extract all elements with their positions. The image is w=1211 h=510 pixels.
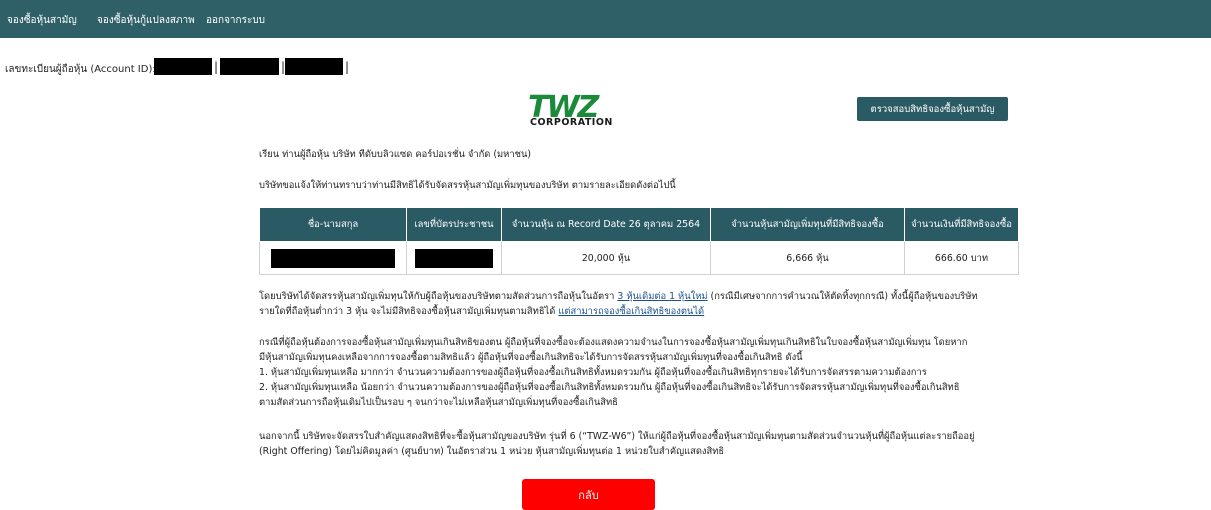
- nav-common-shares[interactable]: จองซื้อหุ้นสามัญ: [7, 13, 77, 28]
- top-navbar: จองซื้อหุ้นสามัญ จองซื้อหุ้นกู้แปลงสภาพ …: [0, 0, 1211, 38]
- col-header-rights-shares: จำนวนหุ้นสามัญเพิ่มทุนที่มีสิทธิจองซื้อ: [710, 207, 905, 242]
- cell-shares: 20,000 หุ้น: [501, 241, 711, 275]
- rights-table: ชื่อ-นามสกุล เลขที่บัตรประชาชน จำนวนหุ้น…: [259, 207, 1019, 275]
- excess-line-4: 2. หุ้นสามัญเพิ่มทุนเหลือ น้อยกว่า จำนวน…: [259, 382, 960, 393]
- redacted-name: [271, 248, 395, 268]
- account-separator: |: [345, 60, 350, 74]
- allocation-line-2: รายใดที่ถือหุ้นต่ำกว่า 3 หุ้น จะไม่มีสิท…: [259, 304, 704, 319]
- excess-line-5: ตามสัดส่วนการถือหุ้นเดิมไปเป็นรอบ ๆ จนกว…: [259, 397, 618, 408]
- allocation-text: โดยบริษัทได้จัดสรรหุ้นสามัญเพิ่มทุนให้กั…: [259, 291, 618, 302]
- excess-line-3: 1. หุ้นสามัญเพิ่มทุนเหลือ มากกว่า จำนวนค…: [259, 367, 927, 378]
- letter-greeting: เรียน ท่านผู้ถือหุ้น บริษัท ทีดับบลิวแซด…: [259, 149, 532, 160]
- nav-convertible-bonds[interactable]: จองซื้อหุ้นกู้แปลงสภาพ: [97, 13, 195, 28]
- excess-line-1: กรณีที่ผู้ถือหุ้นต้องการจองซื้อหุ้นสามัญ…: [259, 337, 968, 348]
- ratio-link[interactable]: 3 หุ้นเดิมต่อ 1 หุ้นใหม่: [617, 291, 707, 302]
- allocation-text: (กรณีมีเศษจากการคำนวณให้ตัดทิ้งทุกกรณี) …: [707, 291, 978, 302]
- account-separator: |: [214, 60, 219, 74]
- cell-name: [259, 241, 407, 275]
- warrant-line-2: (Right Offering) โดยไม่คิดมูลค่า (ศูนย์บ…: [259, 446, 725, 457]
- warrant-line-1: นอกจากนี้ บริษัทจะจัดสรรใบสำคัญแสดงสิทธิ…: [259, 431, 975, 442]
- excess-rights-link[interactable]: แต่สามารถจองซื้อเกินสิทธิของตนได้: [558, 306, 704, 317]
- nav-logout[interactable]: ออกจากระบบ: [206, 13, 265, 28]
- excess-line-2: มีหุ้นสามัญเพิ่มทุนคงเหลือจากการจองซื้อต…: [259, 352, 803, 363]
- allocation-line-1: โดยบริษัทได้จัดสรรหุ้นสามัญเพิ่มทุนให้กั…: [259, 289, 978, 304]
- company-logo: TWZ CORPORATION: [528, 93, 634, 129]
- cell-rights-shares: 6,666 หุ้น: [710, 241, 905, 275]
- col-header-name: ชื่อ-นามสกุล: [259, 207, 407, 242]
- back-button[interactable]: กลับ: [522, 479, 655, 510]
- account-id-label: เลขทะเบียนผู้ถือหุ้น (Account ID):: [5, 64, 156, 75]
- letter-intro: บริษัทขอแจ้งให้ท่านทราบว่าท่านมีสิทธิได้…: [259, 180, 676, 191]
- redacted-account-part-3: [285, 58, 343, 75]
- redacted-account-part-2: [220, 58, 279, 75]
- col-header-shares-record-date: จำนวนหุ้น ณ Record Date 26 ตุลาคม 2564: [501, 207, 711, 242]
- redacted-id-card: [415, 248, 493, 268]
- table-header-row: ชื่อ-นามสกุล เลขที่บัตรประชาชน จำนวนหุ้น…: [259, 207, 1019, 242]
- allocation-text: รายใดที่ถือหุ้นต่ำกว่า 3 หุ้น จะไม่มีสิท…: [259, 306, 559, 317]
- redacted-account-part-1: [154, 58, 212, 75]
- col-header-rights-amount: จำนวนเงินที่มีสิทธิจองซื้อ: [904, 207, 1019, 242]
- col-header-id-card: เลขที่บัตรประชาชน: [406, 207, 502, 242]
- cell-id-card: [406, 241, 502, 275]
- cell-rights-amount: 666.60 บาท: [904, 241, 1019, 275]
- check-rights-button[interactable]: ตรวจสอบสิทธิจองซื้อหุ้นสามัญ: [857, 97, 1008, 121]
- table-row: 20,000 หุ้น 6,666 หุ้น 666.60 บาท: [259, 241, 1019, 275]
- logo-subtext: CORPORATION: [530, 117, 613, 128]
